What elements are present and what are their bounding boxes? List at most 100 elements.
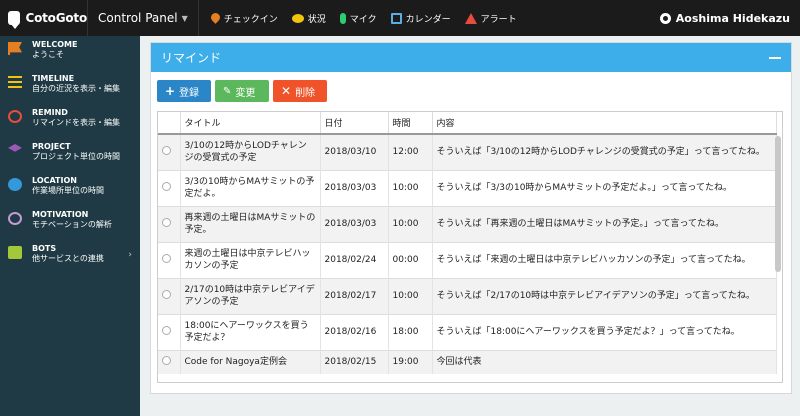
cell-time: 10:00 (388, 205, 433, 242)
edit-button[interactable]: ✎ 変更 (215, 80, 269, 102)
nav-mic-label: マイク (349, 14, 377, 25)
sidebar-item-title: WELCOME (32, 40, 78, 49)
cell-title: 来週の土曜日は中京テレビハッカソンの予定 (180, 241, 321, 278)
nav-status[interactable]: 状況 (291, 12, 326, 25)
chevron-down-icon: ▼ (181, 13, 188, 23)
sidebar-item-title: TIMELINE (32, 74, 75, 83)
top-nav: チェックイン 状況 マイク カレンダー アラート (199, 0, 517, 36)
cell-time: 18:00 (388, 313, 433, 350)
alert-icon (464, 12, 477, 24)
list-icon (8, 76, 22, 89)
calendar-icon (390, 12, 402, 24)
column-header[interactable]: 内容 (432, 112, 777, 135)
nav-calendar-label: カレンダー (405, 14, 451, 25)
flag-icon (8, 42, 22, 55)
sidebar-item-title: PROJECT (32, 142, 71, 151)
user-menu[interactable]: Aoshima Hidekazu (659, 0, 790, 36)
nav-alert[interactable]: アラート (464, 12, 517, 25)
sidebar-item-title: MOTIVATION (32, 210, 89, 219)
delete-button-label: 削除 (295, 87, 316, 99)
sidebar-item-title: REMIND (32, 108, 68, 117)
cell-date: 2018/02/16 (320, 313, 389, 350)
column-header[interactable]: 時間 (388, 112, 433, 135)
add-button-label: 登録 (179, 87, 200, 99)
select-column-header (158, 112, 181, 135)
nav-checkin[interactable]: チェックイン (211, 12, 278, 25)
delete-button[interactable]: ✕ 削除 (273, 80, 327, 102)
row-radio[interactable] (162, 217, 171, 227)
cell-title: 3/10の12時からLODチャレンジの受賞式の予定 (180, 133, 321, 170)
sidebar-item-welcome[interactable]: WELCOME ようこそ (0, 36, 140, 70)
cell-date: 2018/02/15 (320, 349, 389, 374)
nav-calendar[interactable]: カレンダー (390, 12, 451, 25)
nav-alert-label: アラート (480, 14, 517, 25)
cell-time: 10:00 (388, 169, 433, 206)
sidebar-item-sub: 他サービスとの連携 (32, 254, 104, 263)
smile-icon (8, 212, 22, 225)
sidebar-item-sub: 自分の近況を表示・編集 (32, 84, 120, 93)
table-row[interactable]: 3/3の10時からMAサミットの予定だよ。 2018/03/03 10:00 そ… (158, 169, 777, 206)
sidebar-item-title: LOCATION (32, 176, 77, 185)
cell-time: 12:00 (388, 133, 433, 170)
cell-time: 10:00 (388, 277, 433, 314)
cell-title: 18:00にヘアーワックスを買う予定だよ？ (180, 313, 321, 350)
cell-title: Code for Nagoya定例会 (180, 349, 321, 374)
speech-bubble-icon (291, 13, 304, 23)
cell-title: 再来週の土曜日はMAサミットの予定。 (180, 205, 321, 242)
cell-content: そういえば「18:00にヘアーワックスを買う予定だよ？」って言ってたね。 (432, 313, 777, 350)
cell-content: 今回は代表 (432, 349, 777, 374)
sidebar-item-sub: リマインドを表示・編集 (32, 118, 120, 127)
row-radio[interactable] (162, 325, 171, 335)
cell-date: 2018/02/17 (320, 277, 389, 314)
user-name: Aoshima Hidekazu (675, 11, 790, 25)
table-row[interactable]: 来週の土曜日は中京テレビハッカソンの予定 2018/02/24 00:00 そう… (158, 241, 777, 278)
globe-icon (8, 178, 22, 191)
sidebar-item-location[interactable]: LOCATION 作業場所単位の時間 (0, 172, 140, 206)
remind-panel: リマインド + 登録 ✎ 変更 ✕ 削除 タイトル 日付 時間 内容 3/10の… (150, 42, 792, 394)
cell-content: そういえば「3/3の10時からMAサミットの予定だよ。」って言ってたね。 (432, 169, 777, 206)
nav-mic[interactable]: マイク (339, 12, 377, 25)
sidebar-item-timeline[interactable]: TIMELINE 自分の近況を表示・編集 (0, 70, 140, 104)
sidebar-item-remind[interactable]: REMIND リマインドを表示・編集 (0, 104, 140, 138)
cell-content: そういえば「3/10の12時からLODチャレンジの受賞式の予定」って言ってたね。 (432, 133, 777, 170)
sidebar-item-motivation[interactable]: MOTIVATION モチベーションの解析 (0, 206, 140, 240)
chevron-right-icon: › (128, 250, 132, 260)
plus-icon: + (165, 84, 176, 98)
add-button[interactable]: + 登録 (157, 80, 211, 102)
row-radio[interactable] (162, 355, 171, 365)
column-header[interactable]: タイトル (180, 112, 321, 135)
table-row[interactable]: 18:00にヘアーワックスを買う予定だよ？ 2018/02/16 18:00 そ… (158, 313, 777, 350)
column-header[interactable]: 日付 (320, 112, 389, 135)
control-panel-label: Control Panel (98, 11, 178, 25)
pencil-icon: ✎ (223, 85, 232, 97)
table-row[interactable]: 3/10の12時からLODチャレンジの受賞式の予定 2018/03/10 12:… (158, 133, 777, 170)
remind-table: タイトル 日付 時間 内容 3/10の12時からLODチャレンジの受賞式の予定 … (157, 111, 783, 383)
sidebar-item-bots[interactable]: BOTS 他サービスとの連携 › (0, 240, 140, 274)
table-row[interactable]: 2/17の10時は中京テレビアイデアソンの予定 2018/02/17 10:00… (158, 277, 777, 314)
table-row[interactable]: Code for Nagoya定例会 2018/02/15 19:00 今回は代… (158, 349, 777, 374)
sidebar-item-sub: モチベーションの解析 (32, 220, 112, 229)
vertical-scrollbar[interactable] (775, 136, 781, 272)
action-buttons: + 登録 ✎ 変更 ✕ 削除 (151, 72, 791, 110)
mic-icon (339, 12, 346, 24)
control-panel-menu[interactable]: Control Panel ▼ (88, 0, 199, 36)
cell-content: そういえば「2/17の10時は中京テレビアイデアソンの予定」って言ってたね。 (432, 277, 777, 314)
cell-title: 3/3の10時からMAサミットの予定だよ。 (180, 169, 321, 206)
table-row[interactable]: 再来週の土曜日はMAサミットの予定。 2018/03/03 10:00 そういえ… (158, 205, 777, 242)
sidebar-item-sub: ようこそ (32, 50, 64, 59)
sidebar-item-title: BOTS (32, 244, 57, 253)
logo-icon (8, 11, 21, 29)
bot-icon (8, 246, 22, 259)
top-bar: CotoGoto Control Panel ▼ チェックイン 状況 マイク カ… (0, 0, 800, 36)
row-radio[interactable] (162, 181, 171, 191)
pin-icon (211, 13, 220, 24)
brand[interactable]: CotoGoto (0, 0, 88, 36)
sidebar: WELCOME ようこそ TIMELINE 自分の近況を表示・編集 REMIND リマ… (0, 36, 140, 416)
row-radio[interactable] (162, 289, 171, 299)
nav-checkin-label: チェックイン (223, 14, 278, 25)
row-radio[interactable] (162, 253, 171, 263)
sidebar-item-project[interactable]: PROJECT プロジェクト単位の時間 (0, 138, 140, 172)
minimize-icon[interactable] (769, 56, 781, 59)
cell-title: 2/17の10時は中京テレビアイデアソンの予定 (180, 277, 321, 314)
row-radio[interactable] (162, 145, 171, 155)
